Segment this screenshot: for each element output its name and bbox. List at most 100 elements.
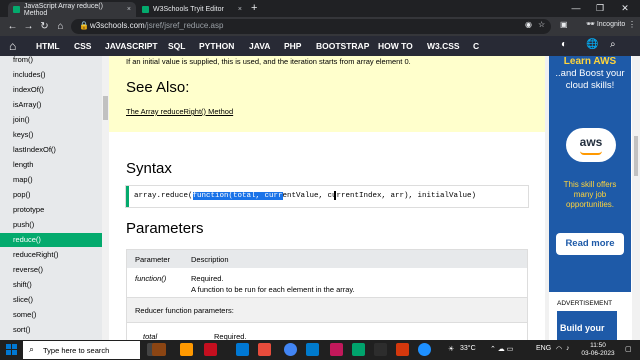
- weather-temperature[interactable]: 33°C: [460, 345, 476, 352]
- address-bar[interactable]: 🔒 w3schools.com/jsref/jsref_reduce.asp: [71, 19, 551, 34]
- sidebar-item-slice[interactable]: slice(): [0, 293, 102, 307]
- sidebar-item-map[interactable]: map(): [0, 173, 102, 187]
- sidebar-item-pop[interactable]: pop(): [0, 188, 102, 202]
- home-logo-icon[interactable]: ⌂: [9, 39, 16, 53]
- app-icon[interactable]: [374, 343, 387, 356]
- clock-date: 03-06-2023: [581, 350, 615, 357]
- nav-bootstrap[interactable]: BOOTSTRAP: [316, 41, 369, 51]
- top-navigation: ⌂ HTML CSS JAVASCRIPT SQL PYTHON JAVA PH…: [0, 36, 640, 56]
- app-icon[interactable]: [418, 343, 431, 356]
- sidebar-item-includes[interactable]: includes(): [0, 68, 102, 82]
- eye-off-icon[interactable]: ◉: [525, 20, 532, 29]
- url-text: w3schools.com/jsref/jsref_reduce.asp: [90, 21, 224, 30]
- notifications-icon[interactable]: ▢: [625, 345, 632, 353]
- nav-sql[interactable]: SQL: [168, 41, 185, 51]
- header-parameter: Parameter: [135, 255, 171, 264]
- incognito-badge[interactable]: 🕶 Incognito: [586, 20, 625, 28]
- dark-mode-icon[interactable]: ◐: [561, 39, 567, 50]
- sidebar-scrollbar[interactable]: [102, 56, 109, 340]
- tab-tryit-editor[interactable]: W3Schools Tryit Editor ×: [137, 2, 247, 17]
- volume-icon[interactable]: ♪: [566, 345, 570, 352]
- incognito-label: Incognito: [596, 21, 626, 28]
- globe-icon[interactable]: 🌐: [586, 39, 598, 50]
- syntax-heading: Syntax: [126, 160, 172, 177]
- weather-icon[interactable]: ☀: [448, 345, 454, 353]
- app-icon[interactable]: [396, 343, 409, 356]
- nav-php[interactable]: PHP: [284, 41, 301, 51]
- vscode-icon[interactable]: [306, 343, 319, 356]
- sidebar-item-isarray[interactable]: isArray(): [0, 98, 102, 112]
- maximize-icon[interactable]: ❐: [589, 1, 611, 16]
- sidebar-item-length[interactable]: length: [0, 158, 102, 172]
- new-tab-button[interactable]: +: [251, 2, 257, 15]
- sidebar-item-from[interactable]: from(): [0, 56, 102, 67]
- secondary-advertisement[interactable]: Build your: [557, 311, 617, 341]
- tab-close-icon[interactable]: ×: [238, 6, 242, 13]
- sidebar-item-lastindexof[interactable]: lastIndexOf(): [0, 143, 102, 157]
- sidebar-item-reduce[interactable]: reduce(): [0, 233, 102, 247]
- taskbar-search-box[interactable]: ⌕ Type here to search: [23, 341, 140, 359]
- forward-icon[interactable]: →: [22, 20, 35, 33]
- sidebar-item-prototype[interactable]: prototype: [0, 203, 102, 217]
- sidebar-item-sort[interactable]: sort(): [0, 323, 102, 337]
- wifi-icon[interactable]: ◠: [556, 345, 562, 353]
- sidebar-item-join[interactable]: join(): [0, 113, 102, 127]
- app-icon[interactable]: [330, 343, 343, 356]
- office-icon[interactable]: [204, 343, 217, 356]
- tab-close-icon[interactable]: ×: [127, 6, 131, 13]
- nav-css[interactable]: CSS: [74, 41, 91, 51]
- chrome-icon[interactable]: [284, 343, 297, 356]
- sidebar-item-some[interactable]: some(): [0, 308, 102, 322]
- nav-java[interactable]: JAVA: [249, 41, 270, 51]
- sidebar-scroll-thumb[interactable]: [103, 96, 108, 120]
- sidebar-item-reverse[interactable]: reverse(): [0, 263, 102, 277]
- aws-advertisement[interactable]: Learn AWS ..and Boost your cloud skills!…: [549, 56, 631, 292]
- star-icon[interactable]: ☆: [538, 20, 545, 29]
- file-explorer-icon[interactable]: [152, 343, 166, 356]
- nav-w3css[interactable]: W3.CSS: [427, 41, 460, 51]
- edge-icon[interactable]: [236, 343, 249, 356]
- language-indicator[interactable]: ENG: [536, 345, 551, 352]
- sidebar-item-reduceright[interactable]: reduceRight(): [0, 248, 102, 262]
- minimize-icon[interactable]: —: [565, 1, 587, 16]
- nav-how-to[interactable]: HOW TO: [378, 41, 413, 51]
- reload-icon[interactable]: ↻: [38, 20, 51, 33]
- app-icon[interactable]: [352, 343, 365, 356]
- sidebar-item-shift[interactable]: shift(): [0, 278, 102, 292]
- search-icon[interactable]: ⌕: [610, 39, 616, 50]
- tab-array-reduce[interactable]: JavaScript Array reduce() Method ×: [8, 2, 136, 17]
- param-function-required: Required.: [191, 274, 224, 283]
- sidebar-item-keys[interactable]: keys(): [0, 128, 102, 142]
- ad2-text: Build your: [560, 323, 605, 333]
- syntax-code[interactable]: array.reduce(function(total, currentValu…: [134, 192, 476, 200]
- menu-kebab-icon[interactable]: ⋮: [628, 20, 636, 29]
- w3schools-favicon-icon: [142, 6, 149, 13]
- param-total: total: [143, 332, 158, 340]
- syntax-code-box: array.reduce(function(total, currentValu…: [126, 186, 528, 207]
- tab-bar: JavaScript Array reduce() Method × W3Sch…: [0, 0, 640, 17]
- param-function-description: A function to be run for each element in…: [191, 285, 355, 294]
- app-icon[interactable]: [180, 343, 193, 356]
- home-icon[interactable]: ⌂: [54, 20, 67, 33]
- windows-start-icon[interactable]: [6, 344, 17, 355]
- sidebar-toggle-icon[interactable]: ▣: [560, 20, 568, 29]
- browser-toolbar: ← → ↻ ⌂ 🔒 w3schools.com/jsref/jsref_redu…: [0, 17, 640, 36]
- read-more-button[interactable]: Read more: [556, 233, 624, 255]
- nav-html[interactable]: HTML: [36, 41, 60, 51]
- nav-c[interactable]: C: [473, 41, 479, 51]
- selected-text: function(total, curr: [192, 192, 283, 200]
- back-icon[interactable]: ←: [6, 20, 19, 33]
- sidebar-item-indexof[interactable]: indexOf(): [0, 83, 102, 97]
- nav-javascript[interactable]: JAVASCRIPT: [105, 41, 158, 51]
- sidebar-item-push[interactable]: push(): [0, 218, 102, 232]
- taskbar-search-placeholder: Type here to search: [43, 346, 110, 355]
- taskbar-clock[interactable]: 11:50 03-06-2023: [578, 342, 618, 358]
- page-scroll-thumb[interactable]: [634, 136, 638, 176]
- tray-icons[interactable]: ⌃ ☁ ▭: [490, 345, 513, 353]
- close-window-icon[interactable]: ✕: [614, 1, 636, 16]
- page-scrollbar[interactable]: [632, 56, 640, 340]
- app-icon[interactable]: [258, 343, 271, 356]
- nav-python[interactable]: PYTHON: [199, 41, 234, 51]
- search-icon: ⌕: [29, 344, 35, 354]
- reduceright-link[interactable]: The Array reduceRight() Method: [126, 107, 233, 116]
